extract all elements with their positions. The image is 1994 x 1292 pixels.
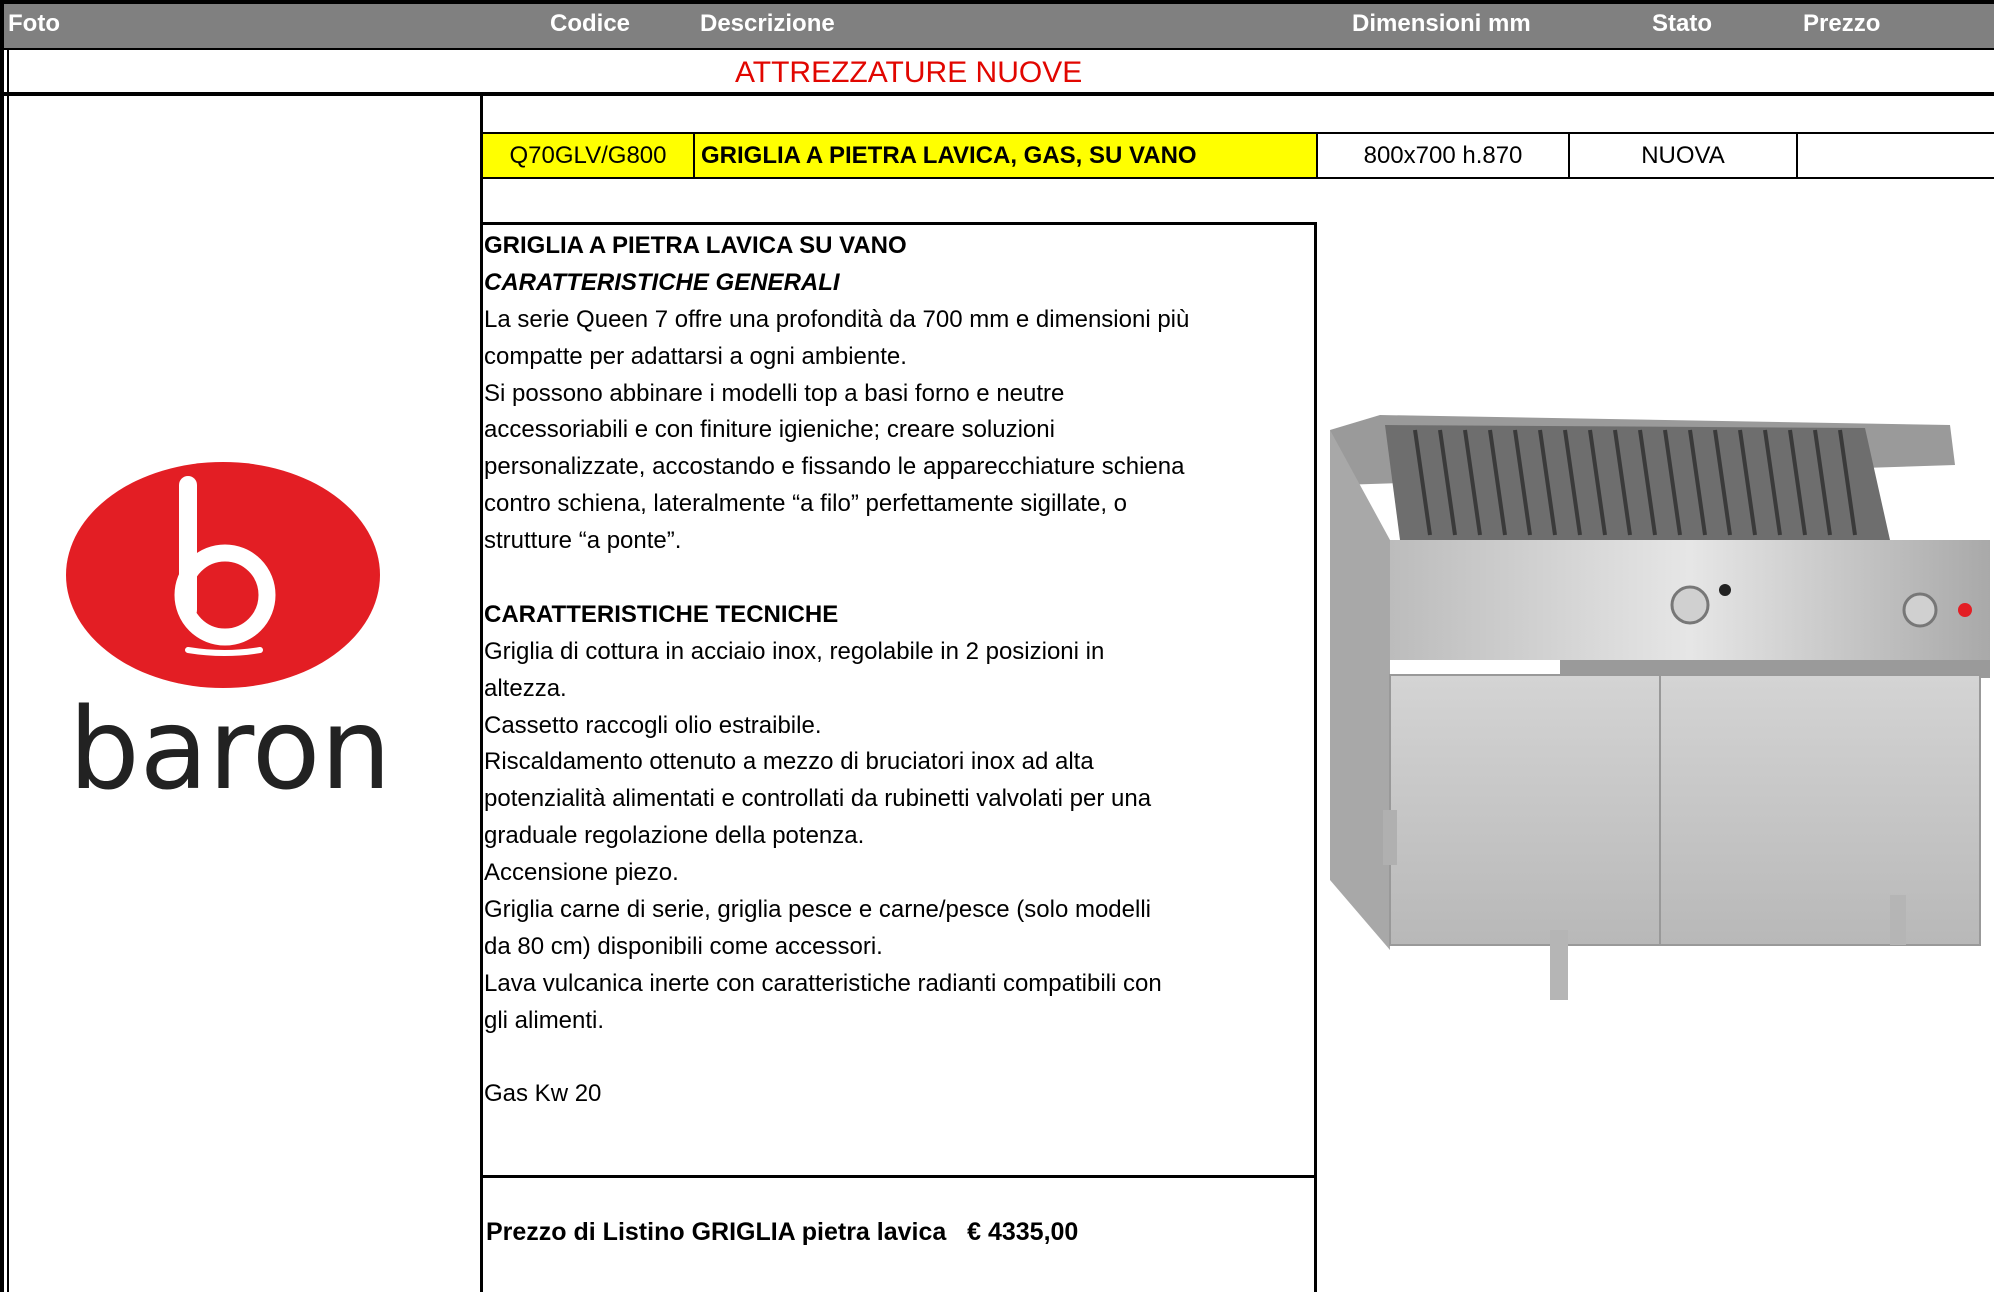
description-top-border — [480, 222, 1317, 225]
tech-line: potenzialità alimentati e controllati da… — [484, 785, 1152, 813]
product-photo — [1330, 390, 1990, 1010]
lava-grill-image — [1330, 415, 1990, 1000]
header-stato: Stato — [1652, 10, 1712, 37]
tech-line: Griglia carne di serie, griglia pesce e … — [484, 896, 1151, 924]
section-title-row: ATTREZZATURE NUOVE — [0, 50, 1994, 96]
photo-column-divider — [480, 96, 483, 1292]
product-dimensions-text: 800x700 h.870 — [1363, 141, 1523, 169]
product-code-text: Q70GLV/G800 — [509, 141, 667, 169]
column-header-bar: Foto Codice Descrizione Dimensioni mm St… — [0, 0, 1994, 50]
baron-logo-word: baron — [68, 685, 392, 815]
description-line: personalizzate, accostando e fissando le… — [484, 453, 1185, 481]
tech-line: Accensione piezo. — [484, 859, 679, 887]
tech-line: graduale regolazione della potenza. — [484, 822, 865, 850]
description-line: La serie Queen 7 offre una profondità da… — [484, 305, 1190, 333]
tech-line: gli alimenti. — [484, 1006, 605, 1034]
tech-line: altezza. — [484, 674, 567, 702]
description-line: compatte per adattarsi a ogni ambiente. — [484, 342, 907, 370]
tech-heading: CARATTERISTICHE TECNICHE — [484, 600, 839, 628]
product-name: GRIGLIA A PIETRA LAVICA, GAS, SU VANO — [695, 134, 1318, 177]
tech-line: Cassetto raccogli olio estraibile. — [484, 711, 822, 739]
power-rating: Gas Kw 20 — [484, 1080, 602, 1108]
product-price — [1798, 134, 1994, 177]
product-description: GRIGLIA A PIETRA LAVICA SU VANO CARATTER… — [484, 228, 1314, 1113]
header-descrizione: Descrizione — [700, 10, 835, 37]
product-code: Q70GLV/G800 — [483, 134, 695, 177]
description-heading: GRIGLIA A PIETRA LAVICA SU VANO — [484, 232, 907, 259]
baron-logo-mark — [66, 462, 380, 688]
tech-line: Lava vulcanica inerte con caratteristich… — [484, 969, 1162, 997]
price-box-top-border — [480, 1175, 1317, 1178]
header-codice: Codice — [550, 10, 631, 37]
section-title: ATTREZZATURE NUOVE — [735, 56, 1083, 89]
tech-line: Riscaldamento ottenuto a mezzo di brucia… — [484, 748, 1094, 776]
list-price: Prezzo di Listino GRIGLIA pietra lavica … — [486, 1218, 1079, 1246]
description-line: contro schiena, lateralmente “a filo” pe… — [484, 490, 1127, 518]
product-state: NUOVA — [1570, 134, 1798, 177]
left-frame-inner — [7, 50, 9, 1292]
product-state-text: NUOVA — [1641, 141, 1725, 169]
description-line: accessoriabili e con finiture igieniche;… — [484, 416, 1055, 444]
tech-line: da 80 cm) disponibili come accessori. — [484, 932, 883, 960]
product-dimensions: 800x700 h.870 — [1318, 134, 1570, 177]
left-frame-outer — [0, 0, 4, 1292]
product-row-bottom — [480, 177, 1994, 179]
baron-logo: baron — [60, 460, 400, 840]
description-line: strutture “a ponte”. — [484, 527, 682, 555]
description-subheading: CARATTERISTICHE GENERALI — [484, 268, 840, 296]
header-foto: Foto — [8, 10, 60, 37]
description-line: Si possono abbinare i modelli top a basi… — [484, 379, 1065, 407]
header-prezzo: Prezzo — [1803, 10, 1881, 37]
tech-line: Griglia di cottura in acciaio inox, rego… — [484, 637, 1105, 665]
description-right-border — [1314, 222, 1317, 1292]
product-name-text: GRIGLIA A PIETRA LAVICA, GAS, SU VANO — [701, 141, 1197, 169]
header-dimensioni: Dimensioni mm — [1352, 10, 1531, 37]
